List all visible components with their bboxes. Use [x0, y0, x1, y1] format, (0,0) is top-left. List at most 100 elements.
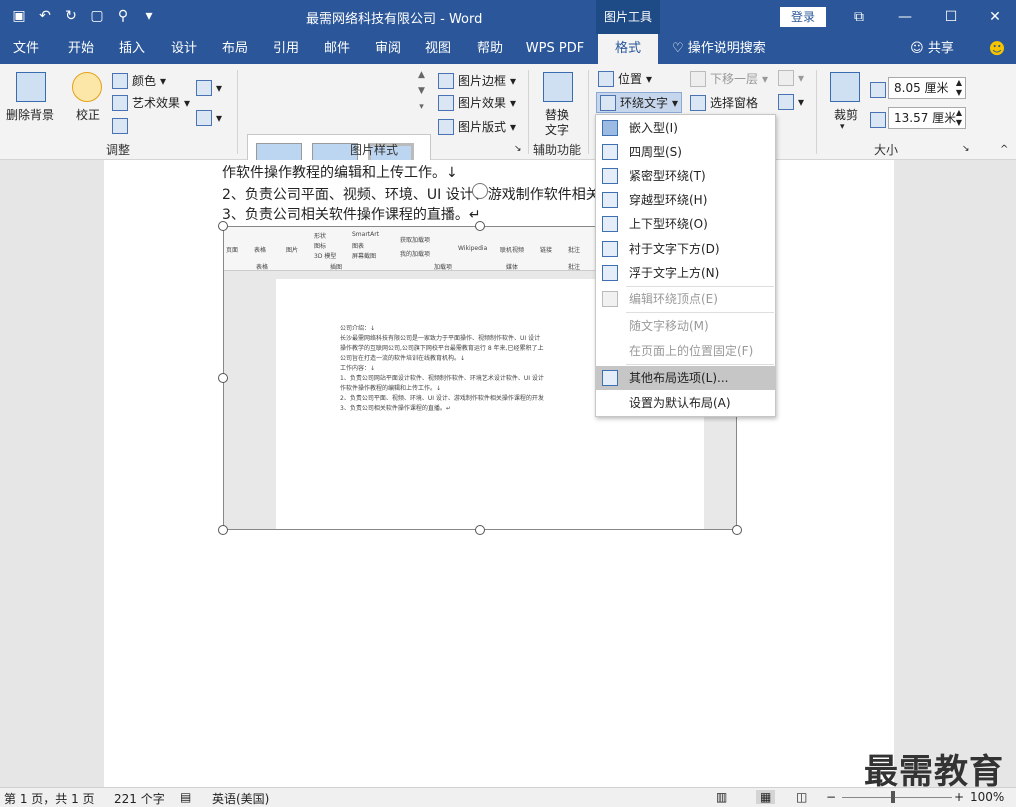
height-field[interactable]: 8.05 厘米 ▲ ▼: [888, 77, 966, 99]
picture-layout-icon: [438, 118, 454, 135]
crop-dropdown-icon[interactable]: ▾: [840, 122, 845, 132]
picture-effects-button[interactable]: 图片效果 ▾: [438, 94, 516, 111]
menu-item-edit-wrap-points[interactable]: 编辑环绕顶点(E): [596, 287, 775, 311]
tab-review[interactable]: 审阅: [364, 34, 412, 64]
size-dialog-launcher-icon[interactable]: ↘: [962, 144, 970, 154]
wrap-text-button[interactable]: 环绕文字 ▾: [596, 92, 683, 113]
minimize-icon[interactable]: —: [882, 0, 928, 34]
corrections-button[interactable]: 校正: [76, 106, 100, 123]
tab-help[interactable]: 帮助: [466, 34, 514, 64]
rotate-handle-icon[interactable]: [472, 183, 488, 199]
scroll-up-icon[interactable]: ▲: [418, 70, 425, 80]
word-count[interactable]: 221 个字: [114, 790, 165, 807]
tab-insert[interactable]: 插入: [108, 34, 156, 64]
menu-item-set-default-layout[interactable]: 设置为默认布局(A): [596, 391, 775, 415]
pic-label-3d: 3D 模型: [314, 253, 337, 260]
doc-line-1: 作软件操作教程的编辑和上传工作。↓: [222, 165, 458, 181]
pic-label-screenshot: 屏幕截图: [352, 253, 377, 260]
tab-design[interactable]: 设计: [160, 34, 208, 64]
ribbon: 删除背景 校正 颜色 ▾ 艺术效果 ▾ ▾ ▾ 调整 ▲ ▼ ▾ 图片边框 ▾ 图片…: [0, 64, 1016, 194]
zoom-slider[interactable]: [842, 797, 952, 798]
tab-wps-pdf[interactable]: WPS PDF: [518, 34, 592, 64]
share-button[interactable]: ☺ 共享: [902, 34, 962, 64]
read-mode-icon[interactable]: ▥: [716, 790, 727, 804]
menu-item-inline[interactable]: 嵌入型(I): [596, 116, 775, 140]
print-layout-icon[interactable]: ▦: [756, 790, 776, 804]
resize-handle-n[interactable]: [475, 221, 485, 231]
position-button[interactable]: 位置 ▾: [598, 70, 652, 87]
tab-layout[interactable]: 布局: [212, 34, 258, 64]
tab-mailings[interactable]: 邮件: [314, 34, 360, 64]
ribbon-display-icon[interactable]: ⧉: [836, 0, 882, 34]
menu-item-through[interactable]: 穿越型环绕(H): [596, 188, 775, 212]
color-button[interactable]: 颜色 ▾: [112, 72, 166, 89]
width-spinner-icon[interactable]: ▲ ▼: [956, 108, 962, 128]
new-doc-icon[interactable]: ▢: [88, 6, 106, 26]
pic-label-wikipedia: Wikipedia: [458, 245, 488, 252]
tab-home[interactable]: 开始: [56, 34, 106, 64]
save-icon[interactable]: ▣: [10, 6, 28, 26]
scroll-down-icon[interactable]: ▼: [418, 86, 425, 96]
smiley-icon[interactable]: ☻: [984, 34, 1010, 64]
menu-item-square[interactable]: 四周型(S): [596, 140, 775, 164]
menu-item-behind-text[interactable]: 衬于文字下方(D): [596, 237, 775, 261]
page-count[interactable]: 第 1 页，共 1 页: [4, 790, 95, 807]
selection-pane-button[interactable]: 选择窗格: [690, 94, 758, 111]
width-field[interactable]: 13.57 厘米 ▲ ▼: [888, 107, 966, 129]
group-picture-styles-label: 图片样式: [350, 143, 399, 157]
resize-handle-nw[interactable]: [218, 221, 228, 231]
align-button[interactable]: ▾: [778, 70, 804, 86]
customize-icon[interactable]: ▾: [140, 6, 158, 26]
rotate-button[interactable]: ▾: [778, 94, 804, 110]
compress-pictures-button[interactable]: [112, 118, 128, 134]
person-icon: ☺: [910, 41, 928, 56]
picture-border-button[interactable]: 图片边框 ▾: [438, 72, 516, 89]
language-indicator[interactable]: 英语(美国): [212, 790, 269, 807]
menu-item-fix-position[interactable]: 在页面上的位置固定(F): [596, 339, 775, 363]
tab-file[interactable]: 文件: [0, 34, 52, 64]
color-icon: [112, 72, 128, 89]
zoom-level[interactable]: 100%: [970, 790, 1004, 804]
resize-handle-sw[interactable]: [218, 525, 228, 535]
tab-view[interactable]: 视图: [414, 34, 462, 64]
resize-handle-se[interactable]: [732, 525, 742, 535]
touch-icon[interactable]: ⚲: [114, 6, 132, 26]
change-picture-button[interactable]: ▾: [196, 80, 222, 96]
menu-item-more-layout-options[interactable]: 其他布局选项(L)...: [596, 366, 775, 390]
menu-item-top-bottom[interactable]: 上下型环绕(O): [596, 212, 775, 236]
send-backward-button[interactable]: 下移一层 ▾: [690, 70, 768, 87]
zoom-in-icon[interactable]: +: [954, 790, 964, 804]
tab-format[interactable]: 格式: [598, 34, 658, 64]
redo-icon[interactable]: ↻: [62, 6, 80, 26]
maximize-icon[interactable]: ☐: [928, 0, 974, 34]
gallery-more-icon[interactable]: ▾: [419, 102, 424, 112]
zoom-slider-thumb[interactable]: [891, 791, 895, 803]
tab-references[interactable]: 引用: [262, 34, 310, 64]
remove-background-button[interactable]: 删除背景: [6, 106, 54, 123]
width-icon: [870, 112, 886, 128]
alt-text-button-line2[interactable]: 文字: [545, 121, 569, 138]
tell-me-search[interactable]: ♡ 操作说明搜索: [672, 34, 782, 64]
dialog-launcher-icon[interactable]: ↘: [514, 144, 522, 154]
menu-item-tight[interactable]: 紧密型环绕(T): [596, 164, 775, 188]
resize-handle-w[interactable]: [218, 373, 228, 383]
menu-item-in-front-text[interactable]: 浮于文字上方(N): [596, 261, 775, 285]
behind-text-icon: [602, 241, 618, 257]
resize-handle-s[interactable]: [475, 525, 485, 535]
menu-item-move-with-text[interactable]: 随文字移动(M): [596, 314, 775, 338]
crop-button[interactable]: 裁剪: [834, 106, 858, 123]
height-spinner-icon[interactable]: ▲ ▼: [956, 78, 962, 98]
artistic-effects-button[interactable]: 艺术效果 ▾: [112, 94, 190, 111]
zoom-out-icon[interactable]: −: [826, 790, 836, 804]
reset-picture-button[interactable]: ▾: [196, 110, 222, 126]
gallery-scroll[interactable]: ▲ ▼ ▾: [418, 70, 425, 112]
undo-icon[interactable]: ↶: [36, 6, 54, 26]
login-button[interactable]: 登录: [780, 7, 826, 27]
close-icon[interactable]: ✕: [972, 0, 1016, 34]
web-layout-icon[interactable]: ◫: [796, 790, 807, 804]
picture-layout-button[interactable]: 图片版式 ▾: [438, 118, 516, 135]
ribbon-tabs: 文件 开始 插入 设计 布局 引用 邮件 审阅 视图 帮助 WPS PDF 格式…: [0, 34, 1016, 64]
doc-line-2: 2、负责公司平面、视频、环境、UI 设计、游戏制作软件相关: [222, 187, 600, 203]
collapse-ribbon-icon[interactable]: ^: [1000, 144, 1008, 155]
proofing-icon[interactable]: ▤: [180, 790, 191, 804]
